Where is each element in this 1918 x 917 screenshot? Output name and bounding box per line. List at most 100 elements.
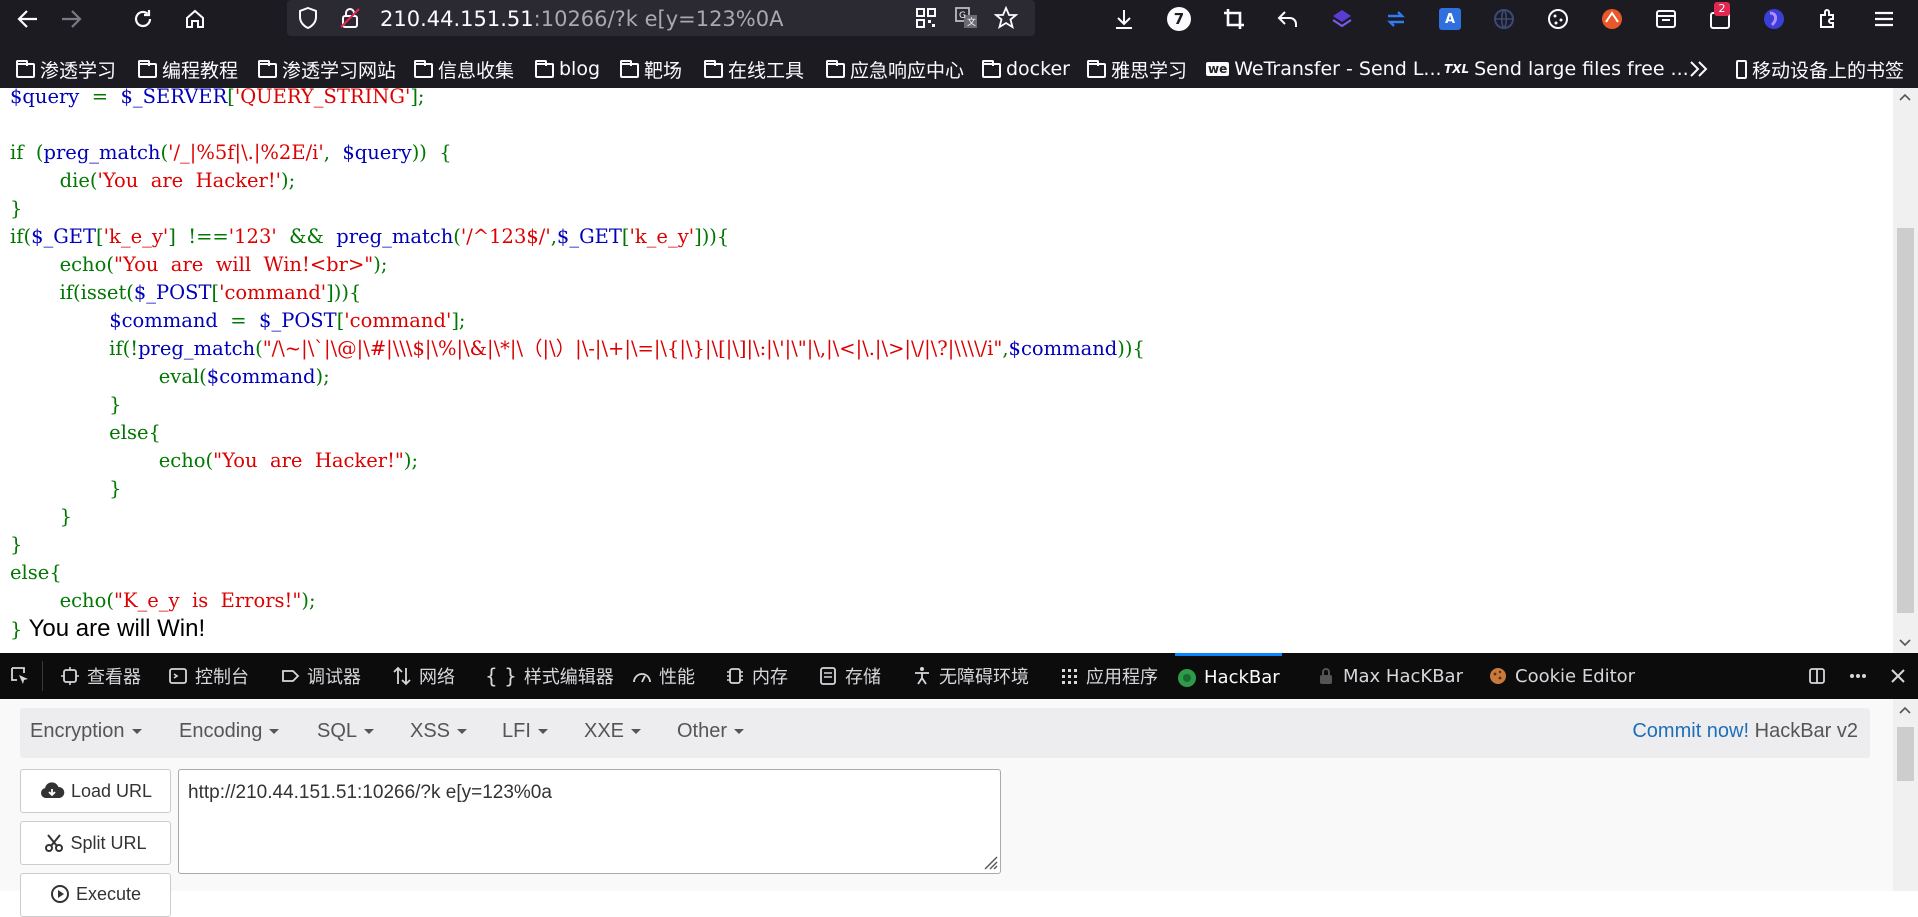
bookmark-folder[interactable]: 雅思学习	[1087, 56, 1187, 82]
menu-hamburger-icon[interactable]	[1870, 5, 1898, 33]
toolbar-divider	[0, 37, 1918, 50]
fox-extension-icon[interactable]	[1598, 5, 1626, 33]
tab-storage[interactable]: 存储	[818, 653, 881, 699]
txl-favicon-icon: TXL	[1444, 62, 1470, 76]
more-options-icon[interactable]	[1848, 653, 1868, 699]
shield-icon[interactable]	[297, 7, 319, 29]
encryption-menu[interactable]: Encryption	[30, 720, 142, 743]
bookmark-folder[interactable]: blog	[535, 56, 600, 82]
tab-inspector[interactable]: 查看器	[60, 653, 141, 699]
badge-extension-icon[interactable]: 2	[1706, 2, 1734, 33]
debugger-icon	[282, 670, 300, 682]
bookmark-folder[interactable]: 在线工具	[704, 56, 804, 82]
devtools-separator	[42, 661, 43, 691]
bookmark-folder[interactable]: 信息收集	[414, 56, 514, 82]
home-icon[interactable]	[180, 4, 210, 34]
downloads-icon[interactable]	[1110, 5, 1138, 33]
folder-icon	[982, 59, 1001, 78]
reload-icon[interactable]	[128, 4, 158, 34]
scroll-up-icon[interactable]	[1898, 92, 1912, 102]
folder-icon	[704, 59, 723, 78]
tab-max-hackbar[interactable]: Max HacKBar	[1316, 653, 1463, 699]
back-icon[interactable]	[13, 4, 43, 34]
tab-hackbar[interactable]: HackBar	[1175, 653, 1282, 699]
tab-debugger[interactable]: 调试器	[280, 653, 361, 699]
xxe-menu[interactable]: XXE	[584, 720, 642, 743]
close-devtools-icon[interactable]	[1888, 653, 1908, 699]
tab-cookie-editor[interactable]: Cookie Editor	[1488, 653, 1635, 699]
scroll-down-icon[interactable]	[1898, 638, 1912, 648]
folder-icon	[620, 59, 639, 78]
scrollbar-thumb[interactable]	[1897, 727, 1914, 781]
sync-extension-icon[interactable]	[1382, 5, 1410, 33]
hackbar-scrollbar[interactable]	[1893, 699, 1918, 891]
other-menu[interactable]: Other	[677, 720, 745, 743]
scrollbar-thumb[interactable]	[1897, 228, 1914, 613]
window-extension-icon[interactable]	[1652, 5, 1680, 33]
qr-code-icon[interactable]	[914, 6, 938, 30]
bookmark-folder[interactable]: 应急响应中心	[826, 56, 964, 82]
scroll-up-icon[interactable]	[1898, 705, 1912, 715]
svg-text:文: 文	[967, 16, 976, 28]
translate-icon[interactable]: G文	[955, 6, 979, 30]
execute-button[interactable]: Execute	[20, 873, 171, 917]
globe-extension-icon[interactable]	[1490, 5, 1518, 33]
folder-icon	[414, 59, 433, 78]
extensions-puzzle-icon[interactable]	[1814, 5, 1842, 33]
folder-icon	[138, 59, 157, 78]
address-bar[interactable]: 210.44.151.51:10266/?k e[y=123%0A G文	[287, 0, 1035, 36]
bookmark-folder[interactable]: docker	[982, 56, 1070, 82]
swirl-extension-icon[interactable]	[1760, 5, 1788, 33]
tab-network[interactable]: 网络	[392, 653, 455, 699]
hackbar-panel: Encryption Encoding SQL XSS LFI XXE Othe…	[0, 699, 1918, 917]
tab-accessibility[interactable]: 无障碍环境	[912, 653, 1029, 699]
forward-icon[interactable]	[56, 4, 86, 34]
insecure-lock-icon[interactable]	[339, 7, 361, 29]
page-scrollbar[interactable]	[1893, 88, 1918, 653]
bookmark-folder[interactable]: 靶场	[620, 56, 682, 82]
extension-badge: 2	[1714, 2, 1730, 16]
hackbar-icon	[1178, 668, 1196, 687]
tab-style-editor[interactable]: { } 样式编辑器	[485, 653, 614, 699]
bookmark-link[interactable]: we WeTransfer - Send L...	[1206, 56, 1442, 82]
tab-application[interactable]: 应用程序	[1059, 653, 1158, 699]
extension-counter-icon[interactable]: 7	[1165, 5, 1193, 33]
bookmark-folder[interactable]: 渗透学习	[16, 56, 116, 82]
tab-console[interactable]: 控制台	[168, 653, 249, 699]
split-url-button[interactable]: Split URL	[20, 821, 171, 865]
commit-area: Commit now! HackBar v2	[1632, 720, 1858, 743]
tab-memory[interactable]: 内存	[725, 653, 788, 699]
crop-icon[interactable]	[1220, 5, 1248, 33]
sql-menu[interactable]: SQL	[317, 720, 375, 743]
dock-side-icon[interactable]	[1807, 653, 1827, 699]
lfi-menu[interactable]: LFI	[502, 720, 548, 743]
commit-now-link[interactable]: Commit now!	[1632, 720, 1749, 742]
scissors-icon	[45, 834, 64, 852]
caret-down-icon	[631, 729, 642, 735]
tab-performance[interactable]: 性能	[632, 653, 695, 699]
cookie-extension-icon[interactable]	[1544, 5, 1572, 33]
bookmark-folder[interactable]: 渗透学习网站	[258, 56, 396, 82]
caret-down-icon	[734, 729, 745, 735]
load-url-button[interactable]: Load URL	[20, 769, 171, 813]
bookmark-folder[interactable]: 编程教程	[138, 56, 238, 82]
network-icon	[393, 666, 411, 686]
layers-extension-icon[interactable]	[1328, 5, 1356, 33]
xss-menu[interactable]: XSS	[410, 720, 468, 743]
caret-down-icon	[269, 729, 280, 735]
element-picker-icon[interactable]	[10, 653, 30, 699]
more-bookmarks-chevron-icon[interactable]	[1688, 56, 1710, 82]
php-source-code: $query = $_SERVER['QUERY_STRING']; if (p…	[10, 88, 1145, 642]
resize-handle-icon[interactable]	[980, 852, 998, 870]
bookmark-star-icon[interactable]	[994, 6, 1018, 30]
wetransfer-favicon-icon: we	[1206, 62, 1230, 76]
mobile-bookmarks[interactable]: 移动设备上的书签	[1736, 56, 1904, 82]
caret-down-icon	[537, 729, 548, 735]
console-icon	[169, 668, 187, 684]
bookmark-link[interactable]: TXL Send large files free ...	[1444, 56, 1689, 82]
encoding-menu[interactable]: Encoding	[179, 720, 280, 743]
url-textarea[interactable]: http://210.44.151.51:10266/?k e[y=123%0a	[178, 769, 1001, 874]
url-text[interactable]: 210.44.151.51:10266/?k e[y=123%0A	[380, 7, 783, 31]
undo-icon[interactable]	[1274, 5, 1302, 33]
translate-extension-icon[interactable]: A	[1436, 5, 1464, 33]
